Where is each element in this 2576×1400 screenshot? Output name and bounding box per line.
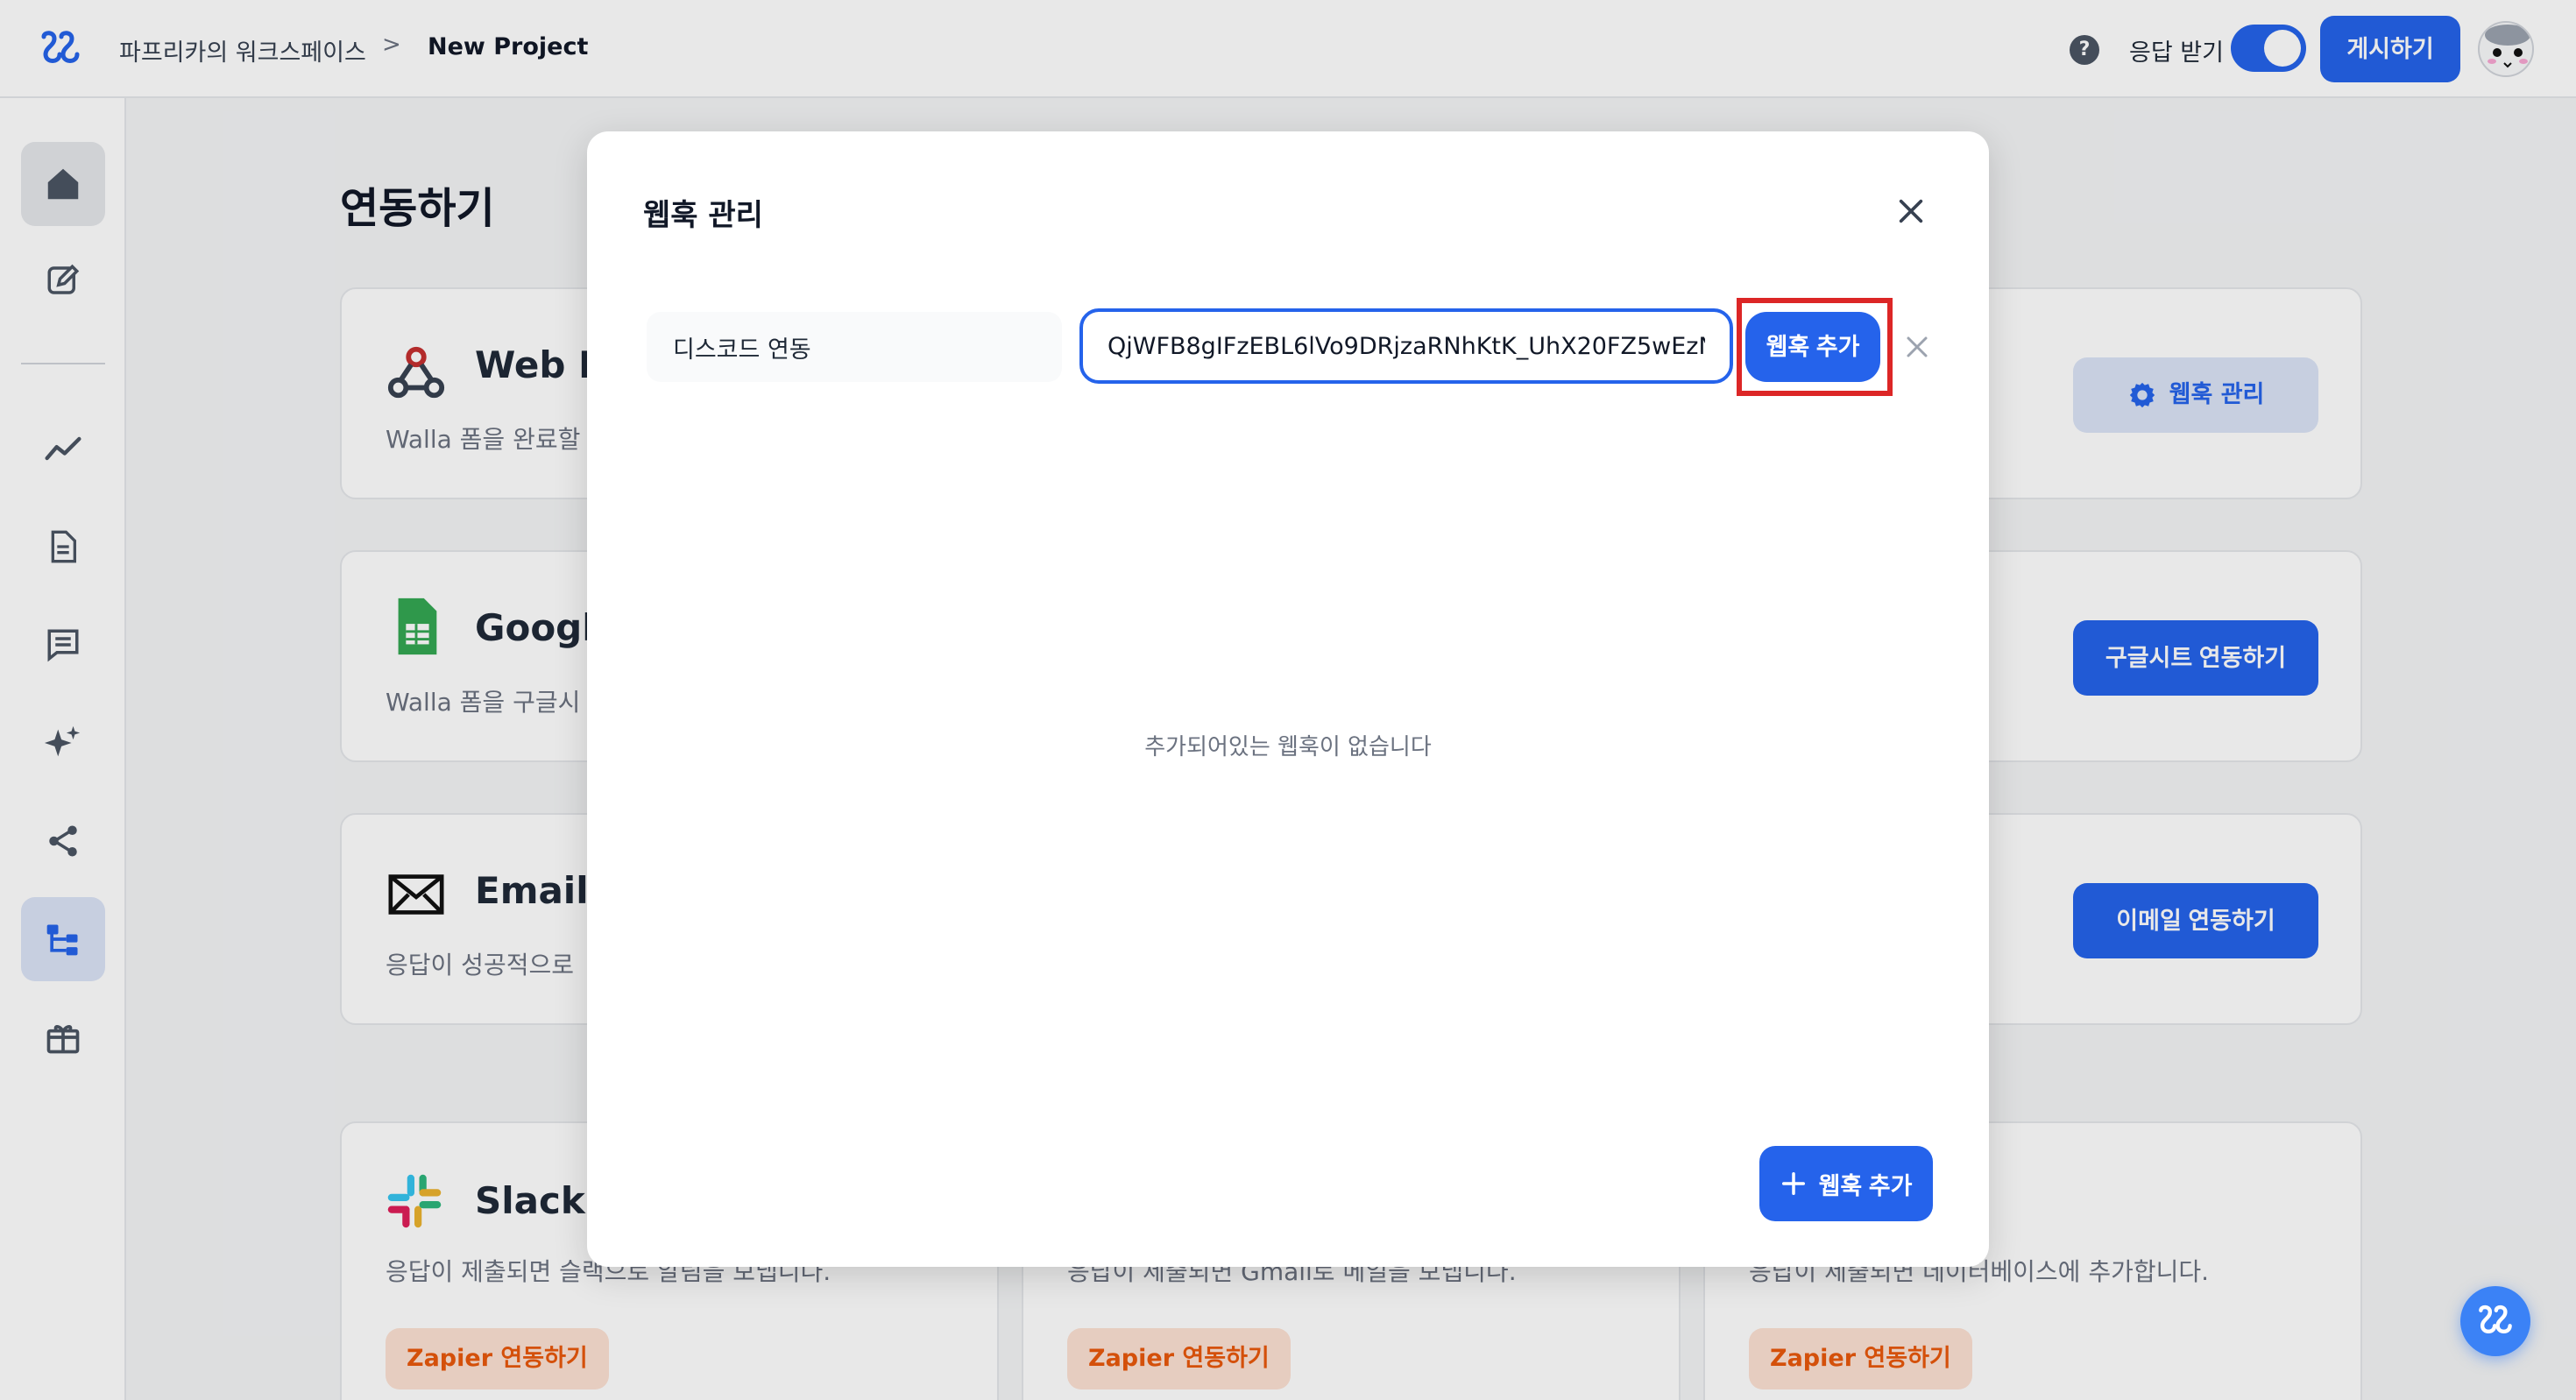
modal-title: 웹훅 관리 — [643, 198, 763, 233]
remove-row-icon[interactable] — [1898, 328, 1936, 366]
empty-state-message: 추가되어있는 웹훅이 없습니다 — [1144, 734, 1432, 760]
webhook-url-input[interactable] — [1079, 308, 1733, 384]
add-webhook-label: 웹훅 추가 — [1818, 1172, 1913, 1199]
webhook-manage-modal: 웹훅 관리 웹훅 추가 추가되어있는 웹훅이 없습니다 웹훅 추가 — [587, 131, 1989, 1267]
help-chat-button[interactable] — [2460, 1286, 2530, 1356]
close-icon[interactable] — [1889, 189, 1933, 233]
webhook-add-row-button[interactable]: 웹훅 추가 — [1745, 312, 1880, 382]
add-webhook-button[interactable]: 웹훅 추가 — [1759, 1146, 1933, 1221]
walla-logo-icon — [2479, 1305, 2512, 1333]
plus-icon — [1781, 1172, 1805, 1195]
webhook-name-input[interactable] — [647, 312, 1062, 382]
